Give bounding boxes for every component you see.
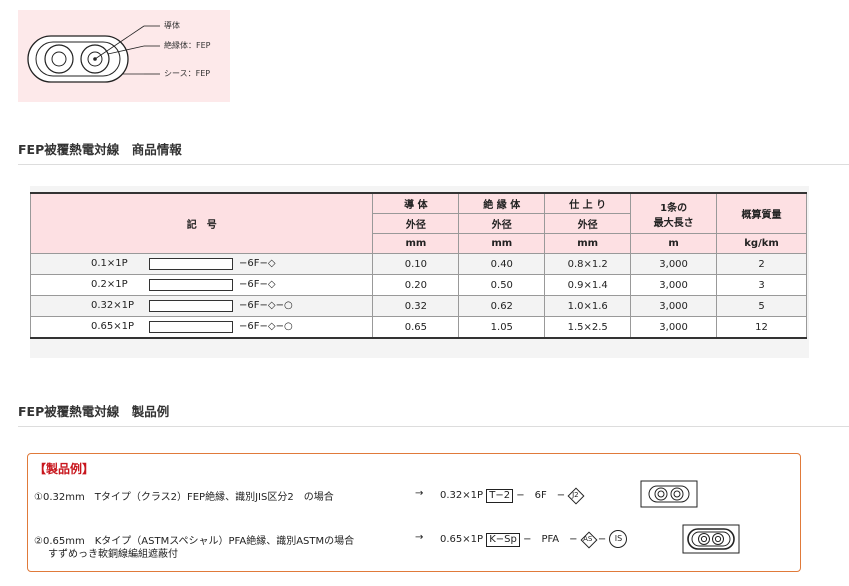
symbol-cell: 0.1×1P −6F−◇: [29, 253, 374, 275]
diagram-label-sheath: シース：FEP: [164, 69, 211, 78]
product-suffix: −6F−◇: [239, 279, 276, 290]
example-heading: 【製品例】: [34, 462, 95, 476]
code-blank-box: [149, 258, 233, 270]
unit-insulator: mm: [458, 233, 546, 254]
conductor-cell: 0.10: [372, 253, 460, 275]
code-blank-box: [149, 279, 233, 291]
insulator-cell: 0.50: [458, 274, 546, 296]
header-max-length-line1: 1条の: [660, 202, 688, 214]
table-row: 0.65×1P −6F−◇−○ 0.65 1.05 1.5×2.5 3,000 …: [29, 316, 807, 339]
product-suffix: −6F−◇−○: [239, 321, 293, 332]
example-2-diamond-label: AS: [583, 535, 593, 543]
product-suffix: −6F−◇: [239, 258, 276, 269]
example-1-formula: 0.32×1P T−2 − 6F − J2: [440, 486, 582, 503]
example-1-diamond-label: J2: [572, 491, 579, 499]
insulator-cell: 1.05: [458, 316, 546, 339]
section-divider: [18, 426, 849, 427]
conductor-cell: 0.20: [372, 274, 460, 296]
header-conductor: 導 体: [372, 192, 460, 214]
example-1-diamond-tag: J2: [568, 488, 582, 502]
diagram-label-insulator: 絶縁体：FEP: [164, 41, 211, 50]
insulator-cell: 0.40: [458, 253, 546, 275]
max-length-cell: 3,000: [630, 316, 718, 339]
mass-cell: 3: [716, 274, 807, 296]
example-2-description-line2: すずめっき軟銅線編組遮蔽付: [48, 549, 178, 560]
table-row: 0.32×1P −6F−◇−○ 0.32 0.62 1.0×1.6 3,000 …: [29, 295, 807, 317]
product-suffix: −6F−◇−○: [239, 300, 293, 311]
header-insulator: 絶 縁 体: [458, 192, 546, 214]
cable-diagram: 導体 絶縁体：FEP シース：FEP: [18, 10, 230, 102]
section-divider: [18, 164, 849, 165]
finish-cell: 1.5×2.5: [544, 316, 632, 339]
example-1-type-box: T−2: [486, 489, 514, 503]
diagram-label-conductor: 導体: [164, 21, 180, 30]
max-length-cell: 3,000: [630, 274, 718, 296]
header-max-length: 1条の 最大長さ: [630, 192, 718, 234]
example-2-type-box: K−Sp: [486, 533, 520, 547]
spec-table-container: 記 号 導 体 絶 縁 体 仕 上 り 1条の 最大長さ 概算質量 外径 外径 …: [29, 186, 809, 358]
product-code: 0.2×1P: [91, 279, 128, 290]
header-finish: 仕 上 り: [544, 192, 632, 214]
example-2-arrow: →: [415, 532, 424, 543]
cable-cross-section-icon: [27, 25, 160, 83]
product-example-box: 【製品例】 ①0.32mm Tタイプ（クラス2）FEP絶縁、識別JIS区分2 の…: [27, 453, 801, 572]
max-length-cell: 3,000: [630, 295, 718, 317]
mass-cell: 5: [716, 295, 807, 317]
example-1-description: ①0.32mm Tタイプ（クラス2）FEP絶縁、識別JIS区分2 の場合: [34, 492, 334, 503]
table-row: 0.2×1P −6F−◇ 0.20 0.50 0.9×1.4 3,000 3: [29, 274, 807, 296]
example-2-diamond-tag: AS: [581, 532, 595, 546]
symbol-cell: 0.65×1P −6F−◇−○: [29, 316, 374, 339]
example-1-arrow: →: [415, 488, 424, 499]
shielded-cable-icon: [682, 524, 740, 554]
product-code: 0.65×1P: [91, 321, 135, 332]
product-code: 0.32×1P: [91, 300, 135, 311]
subheader-insulator: 外径: [458, 213, 546, 234]
symbol-cell: 0.2×1P −6F−◇: [29, 274, 374, 296]
max-length-cell: 3,000: [630, 253, 718, 275]
finish-cell: 0.8×1.2: [544, 253, 632, 275]
unit-conductor: mm: [372, 233, 460, 254]
example-2-formula: 0.65×1P K−Sp − PFA − AS − IS: [440, 530, 628, 548]
mass-cell: 12: [716, 316, 807, 339]
unit-max-length: m: [630, 233, 718, 254]
header-mass: 概算質量: [716, 192, 807, 234]
finish-cell: 0.9×1.4: [544, 274, 632, 296]
spec-table: 記 号 導 体 絶 縁 体 仕 上 り 1条の 最大長さ 概算質量 外径 外径 …: [29, 192, 807, 339]
example-1-mid: − 6F −: [516, 490, 566, 501]
section-title-product-info: FEP被覆熱電対線 商品情報: [18, 142, 182, 157]
insulator-cell: 0.62: [458, 295, 546, 317]
header-symbol: 記 号: [29, 192, 374, 254]
unit-finish: mm: [544, 233, 632, 254]
subheader-conductor: 外径: [372, 213, 460, 234]
header-max-length-line2: 最大長さ: [653, 217, 694, 229]
conductor-cell: 0.65: [372, 316, 460, 339]
code-blank-box: [149, 321, 233, 333]
mass-cell: 2: [716, 253, 807, 275]
table-row: 0.1×1P −6F−◇ 0.10 0.40 0.8×1.2 3,000 2: [29, 253, 807, 275]
example-2-code: 0.65×1P: [440, 534, 484, 545]
subheader-finish: 外径: [544, 213, 632, 234]
example-2-dash: −: [597, 534, 607, 545]
example-1-code: 0.32×1P: [440, 490, 484, 501]
example-2-mid: − PFA −: [523, 534, 578, 545]
conductor-cell: 0.32: [372, 295, 460, 317]
finish-cell: 1.0×1.6: [544, 295, 632, 317]
cable-small-icon: [640, 480, 698, 508]
product-code: 0.1×1P: [91, 258, 128, 269]
section-title-product-example: FEP被覆熱電対線 製品例: [18, 404, 170, 419]
example-2-circle-tag: IS: [609, 530, 628, 548]
unit-mass: kg/km: [716, 233, 807, 254]
symbol-cell: 0.32×1P −6F−◇−○: [29, 295, 374, 317]
code-blank-box: [149, 300, 233, 312]
